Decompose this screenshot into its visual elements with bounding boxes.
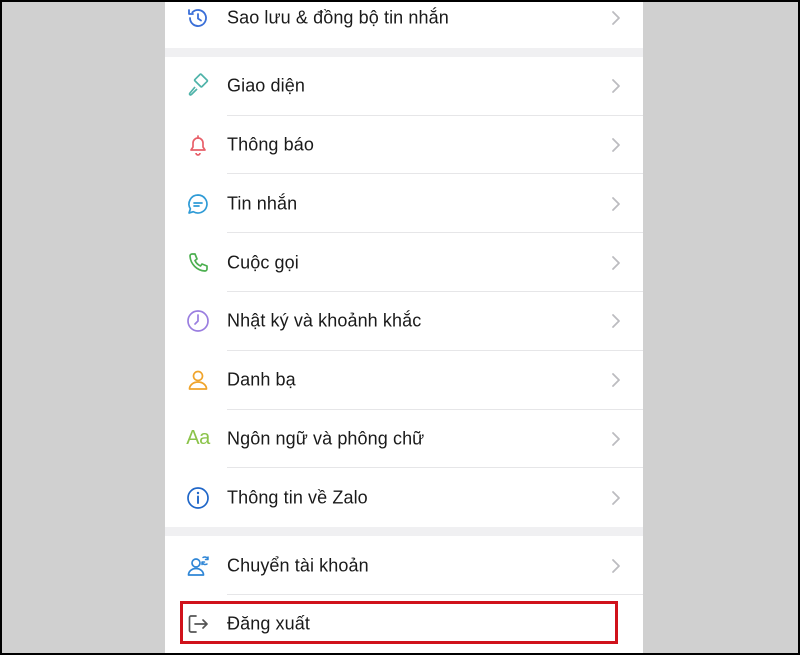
info-icon (184, 484, 212, 512)
history-icon (184, 4, 212, 32)
chevron-right-icon (612, 314, 620, 329)
chevron-right-icon (612, 79, 620, 94)
menu-item-label: Sao lưu & đồng bộ tin nhắn (227, 7, 449, 28)
bell-icon (184, 131, 212, 159)
menu-item-label: Thông báo (227, 134, 314, 155)
settings-screen: Sao lưu & đồng bộ tin nhắn Giao diện Thô… (165, 2, 643, 653)
menu-item-label: Chuyển tài khoản (227, 555, 369, 576)
font-aa-icon: Aa (184, 425, 212, 453)
menu-item-label: Đăng xuất (227, 613, 310, 634)
chevron-right-icon (612, 490, 620, 505)
menu-item-about-zalo[interactable]: Thông tin về Zalo (165, 468, 643, 527)
menu-item-calls[interactable]: Cuộc gọi (165, 233, 643, 292)
paint-brush-icon (184, 72, 212, 100)
font-aa-text: Aa (186, 427, 210, 450)
chevron-right-icon (612, 373, 620, 388)
menu-item-label: Cuộc gọi (227, 252, 299, 273)
menu-item-timeline[interactable]: Nhật ký và khoảnh khắc (165, 292, 643, 351)
menu-item-interface[interactable]: Giao diện (165, 57, 643, 116)
chevron-right-icon (612, 558, 620, 573)
settings-section-account: Chuyển tài khoản Đăng xuất (165, 536, 643, 653)
menu-item-messages[interactable]: Tin nhắn (165, 174, 643, 234)
switch-account-icon (184, 552, 212, 580)
menu-item-contacts[interactable]: Danh bạ (165, 351, 643, 410)
screenshot-frame: Sao lưu & đồng bộ tin nhắn Giao diện Thô… (2, 2, 798, 653)
menu-item-language-font[interactable]: Aa Ngôn ngữ và phông chữ (165, 410, 643, 469)
section-gap (165, 47, 643, 57)
menu-item-label: Nhật ký và khoảnh khắc (227, 310, 422, 331)
chevron-right-icon (612, 255, 620, 270)
clock-icon (184, 307, 212, 335)
menu-item-switch-account[interactable]: Chuyển tài khoản (165, 536, 643, 595)
phone-icon (184, 249, 212, 277)
menu-item-label: Tin nhắn (227, 193, 298, 214)
person-icon (184, 366, 212, 394)
menu-item-label: Danh bạ (227, 369, 296, 390)
menu-item-logout[interactable]: Đăng xuất (165, 595, 643, 653)
menu-item-label: Thông tin về Zalo (227, 487, 368, 508)
logout-icon (184, 610, 212, 638)
menu-item-label: Giao diện (227, 75, 305, 96)
settings-section-backup: Sao lưu & đồng bộ tin nhắn (165, 2, 643, 48)
section-gap (165, 527, 643, 537)
chevron-right-icon (612, 432, 620, 446)
chevron-right-icon (612, 196, 620, 211)
menu-item-label: Ngôn ngữ và phông chữ (227, 428, 425, 449)
menu-item-notifications[interactable]: Thông báo (165, 116, 643, 175)
chevron-right-icon (612, 138, 620, 152)
settings-section-main: Giao diện Thông báo Tin nhắn Cuộc gọi Nh… (165, 57, 643, 527)
chevron-right-icon (612, 11, 620, 26)
chat-bubble-icon (184, 190, 212, 218)
menu-item-backup-sync[interactable]: Sao lưu & đồng bộ tin nhắn (165, 2, 643, 48)
